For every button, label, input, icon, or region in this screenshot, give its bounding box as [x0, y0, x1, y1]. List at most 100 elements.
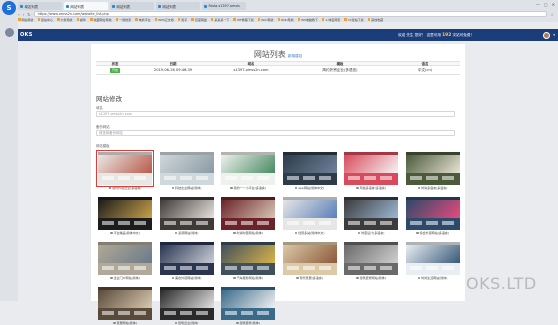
browser-tab-active[interactable]: 网站列表	[64, 2, 108, 10]
radio-icon[interactable]	[110, 231, 113, 235]
bookmark-item[interactable]: 电商平台	[135, 18, 151, 22]
template-thumbnail[interactable]	[405, 197, 460, 230]
radio-icon[interactable]	[230, 186, 233, 190]
bookmark-item[interactable]: 其他收藏	[367, 18, 383, 22]
radio-icon[interactable]	[171, 186, 175, 190]
template-thumbnail[interactable]	[405, 152, 460, 185]
template-card[interactable]: 汽车服务网站(简体)	[221, 242, 275, 280]
browser-tab[interactable]: 域名列表	[18, 2, 62, 10]
radio-icon[interactable]	[233, 231, 236, 235]
template-caption[interactable]: 科技企业网站(简体)	[160, 186, 214, 190]
template-caption[interactable]: 汽车服务网站(简体)	[221, 276, 275, 280]
template-thumbnail[interactable]	[98, 242, 152, 275]
template-thumbnail[interactable]	[221, 152, 275, 185]
template-thumbnail[interactable]	[344, 242, 398, 275]
template-caption[interactable]: 简约外贸企业(多语言)	[98, 186, 152, 190]
template-thumbnail[interactable]	[98, 287, 152, 320]
template-thumbnail[interactable]	[344, 152, 398, 185]
avatar[interactable]	[543, 31, 550, 39]
browser-tab[interactable]: 网站列表	[110, 2, 154, 10]
radio-icon[interactable]	[233, 276, 236, 280]
template-thumbnail[interactable]	[405, 242, 460, 275]
template-caption[interactable]: 时尚生活网站(简体)	[406, 276, 460, 280]
bookmark-item[interactable]: 邮件	[76, 18, 86, 22]
template-card[interactable]: 家居网站(简体)	[98, 287, 152, 325]
radio-icon[interactable]	[296, 276, 299, 280]
template-card[interactable]: 建筑装修(简体)	[221, 287, 275, 325]
bookmark-item[interactable]: IHF教程下载	[233, 18, 254, 22]
template-caption[interactable]: 建筑装修网站(简体)	[344, 276, 398, 280]
template-caption[interactable]: 建筑企业(简体)	[160, 321, 214, 325]
template-thumbnail[interactable]	[159, 242, 214, 275]
template-card[interactable]: 时尚时装网站(简体)	[221, 197, 275, 235]
bookmark-item[interactable]: 收藏网址导航	[90, 18, 112, 22]
maximize-icon[interactable]: ▢	[544, 2, 548, 7]
template-thumbnail[interactable]	[282, 242, 337, 275]
template-caption[interactable]: 简约一一小平台(多语言)	[221, 186, 275, 190]
radio-icon[interactable]	[174, 321, 178, 325]
template-caption[interactable]: 建筑装修(简体)	[221, 321, 275, 325]
bookmark-item[interactable]: WS电脑教下	[297, 18, 318, 22]
browser-tab[interactable]: 网站列表	[156, 2, 200, 10]
template-card[interactable]: 平台精品(简体中文)	[98, 197, 152, 235]
template-caption[interactable]: 创意多站(简体中文)	[283, 231, 337, 235]
bookmark-item[interactable]: Wiki导航	[257, 18, 274, 22]
bookmark-item[interactable]: WPS云文档	[154, 18, 174, 22]
brand-logo[interactable]: OKS	[20, 32, 33, 38]
template-thumbnail[interactable]	[221, 242, 275, 275]
bookmark-item[interactable]: WiKi导航	[277, 18, 294, 22]
radio-icon[interactable]	[356, 276, 359, 280]
template-caption[interactable]: 时装设计(多语言)	[344, 231, 398, 235]
template-card[interactable]: 创意多站(简体中文)	[282, 197, 337, 235]
radio-icon[interactable]	[417, 186, 421, 190]
template-card[interactable]: 蓝调网站(简体)	[159, 197, 214, 235]
radio-icon[interactable]	[236, 321, 239, 325]
template-thumbnail[interactable]	[221, 197, 275, 230]
radio-icon[interactable]	[417, 276, 421, 280]
template-card[interactable]: 美妆外贸网站(简体)	[159, 242, 214, 280]
template-thumbnail[interactable]	[282, 197, 337, 230]
bookmark-item[interactable]: 百度网盘	[191, 18, 207, 22]
bookmark-item[interactable]: 一键搜索	[115, 18, 131, 22]
star-icon[interactable]: ☆	[550, 12, 554, 17]
template-card[interactable]: 综合外贸网站(多语言)	[405, 197, 460, 235]
template-caption[interactable]: 时尚多语言(多语言)	[406, 186, 460, 190]
template-thumbnail[interactable]	[282, 152, 337, 185]
template-caption[interactable]: 现代家居(多语言)	[283, 276, 337, 280]
radio-icon[interactable]	[416, 231, 419, 235]
template-thumbnail[interactable]	[221, 287, 275, 320]
radio-icon[interactable]	[171, 276, 175, 280]
template-caption[interactable]: 综合外贸网站(多语言)	[406, 231, 460, 235]
template-card[interactable]: 时尚多语言(多语言)	[405, 152, 460, 190]
template-caption[interactable]: 风格多语言(多语言)	[344, 186, 398, 190]
bookmark-item[interactable]: 网站导航	[18, 18, 34, 22]
template-caption[interactable]: 企业门户网站(简体)	[98, 276, 152, 280]
bookmark-item[interactable]: 大象导航	[57, 18, 73, 22]
template-caption[interactable]: 美妆外贸网站(简体)	[160, 276, 214, 280]
bookmark-item[interactable]: 1.域名网页	[321, 18, 340, 22]
template-card[interactable]: app网站(简体中文)	[282, 152, 337, 190]
back-icon[interactable]: ‹	[18, 12, 20, 17]
radio-icon[interactable]	[356, 186, 359, 190]
template-thumbnail[interactable]	[344, 197, 398, 230]
template-card[interactable]: 简约一一小平台(多语言)	[221, 152, 275, 190]
template-thumbnail[interactable]	[159, 287, 214, 320]
status-badge[interactable]: 开启	[109, 67, 120, 73]
template-caption[interactable]: app网站(简体中文)	[283, 186, 337, 190]
url-input[interactable]: https://www.omss2n.com/website_list.php	[33, 11, 548, 17]
domain-field[interactable]: s1397.omss2n.com	[96, 111, 455, 117]
template-card[interactable]: 简约外贸企业(多语言)	[96, 150, 154, 190]
browser-logo-icon[interactable]: S	[2, 1, 16, 15]
browser-tab[interactable]: Fasta.s1397.omsis	[202, 2, 246, 10]
radio-icon[interactable]	[357, 231, 361, 235]
bookmark-item[interactable]: Y2建站下载	[344, 18, 364, 22]
template-card[interactable]: 建筑企业(简体)	[159, 287, 214, 325]
add-site-link[interactable]: 新增建站	[288, 54, 302, 58]
radio-icon[interactable]	[294, 186, 298, 190]
backup-select[interactable]: 请选择备份网站	[96, 130, 455, 136]
radio-icon[interactable]	[110, 276, 113, 280]
template-caption[interactable]: 平台精品(简体中文)	[98, 231, 152, 235]
template-card[interactable]: 风格多语言(多语言)	[344, 152, 398, 190]
bookmark-item[interactable]: 建站中心	[37, 18, 53, 22]
radio-icon[interactable]	[294, 231, 298, 235]
